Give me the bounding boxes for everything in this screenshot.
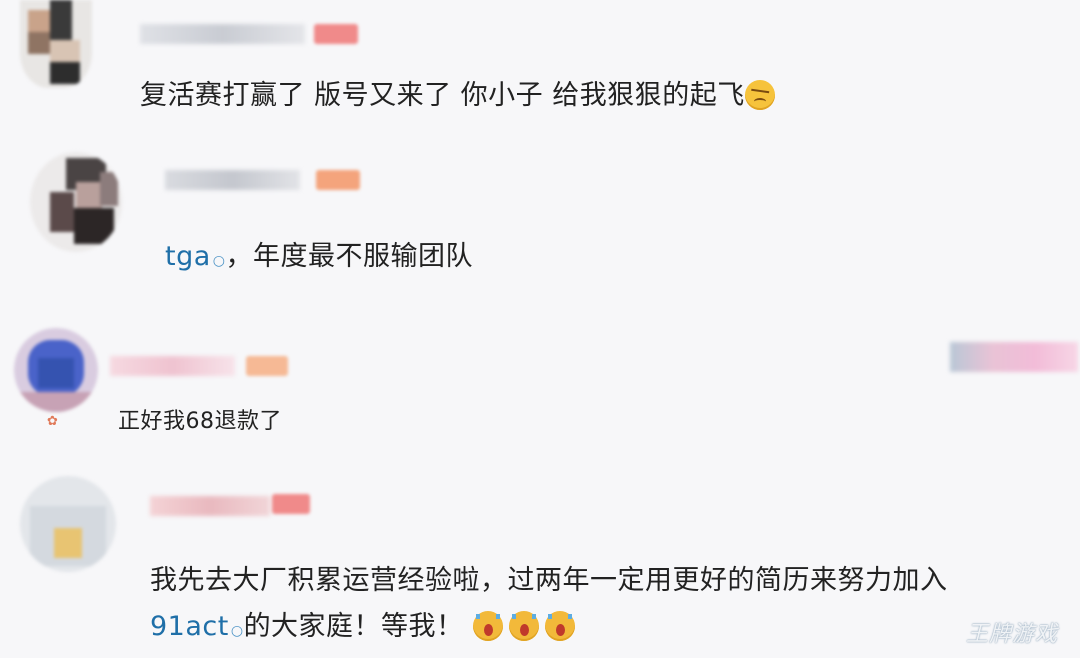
username-blurred[interactable] bbox=[110, 356, 235, 376]
comment-text: 复活赛打赢了 版号又来了 你小子 给我狠狠的起飞 bbox=[140, 79, 775, 113]
comment-1: 复活赛打赢了 版号又来了 你小子 给我狠狠的起飞 bbox=[0, 0, 1080, 140]
watermark: 王牌游戏 bbox=[965, 622, 1058, 647]
comment-3: ✿ 正好我68退款了 bbox=[0, 300, 1080, 470]
comment-text-line2: 91act ○的大家庭！等我！ bbox=[150, 610, 575, 648]
search-icon: ○ bbox=[212, 253, 226, 269]
comment-2: tga ○，年度最不服输团队 bbox=[0, 140, 1080, 300]
avatar[interactable] bbox=[20, 476, 116, 572]
username-blurred[interactable] bbox=[150, 496, 270, 516]
comment-body: 正好我68退款了 bbox=[118, 409, 282, 434]
badge-icon: ✿ bbox=[47, 414, 58, 429]
comment-text: tga ○，年度最不服输团队 bbox=[165, 240, 473, 278]
crying-face-emoji-icon bbox=[508, 611, 539, 641]
user-level-badge bbox=[272, 494, 310, 514]
comment-text: 正好我68退款了 bbox=[118, 407, 282, 437]
reply-user-blurred[interactable] bbox=[950, 342, 1078, 372]
user-level-badge bbox=[316, 170, 360, 190]
comment-body: 我先去大厂积累运营经验啦，过两年一定用更好的简历来努力加入 bbox=[150, 565, 948, 596]
topic-link-tga[interactable]: tga bbox=[165, 241, 211, 272]
avatar[interactable] bbox=[14, 328, 98, 412]
angry-face-emoji-icon bbox=[744, 80, 775, 110]
comment-text-line1: 我先去大厂积累运营经验啦，过两年一定用更好的简历来努力加入 bbox=[150, 564, 948, 598]
comment-body-end: 的大家庭！等我！ bbox=[243, 611, 464, 642]
search-icon: ○ bbox=[230, 623, 244, 639]
crying-face-emoji-icon bbox=[544, 611, 575, 641]
comment-body: ，年度最不服输团队 bbox=[225, 241, 473, 272]
comment-body: 复活赛打赢了 版号又来了 你小子 给我狠狠的起飞 bbox=[140, 80, 745, 111]
crying-face-emoji-icon bbox=[472, 611, 503, 641]
avatar[interactable] bbox=[30, 152, 122, 252]
username-blurred[interactable] bbox=[165, 170, 300, 190]
comment-4: 我先去大厂积累运营经验啦，过两年一定用更好的简历来努力加入 91act ○的大家庭… bbox=[0, 470, 1080, 658]
user-level-badge bbox=[314, 24, 358, 44]
avatar[interactable] bbox=[20, 0, 92, 88]
username-blurred[interactable] bbox=[140, 24, 305, 44]
topic-link-91act[interactable]: 91act bbox=[150, 611, 229, 642]
user-level-badge bbox=[246, 356, 288, 376]
